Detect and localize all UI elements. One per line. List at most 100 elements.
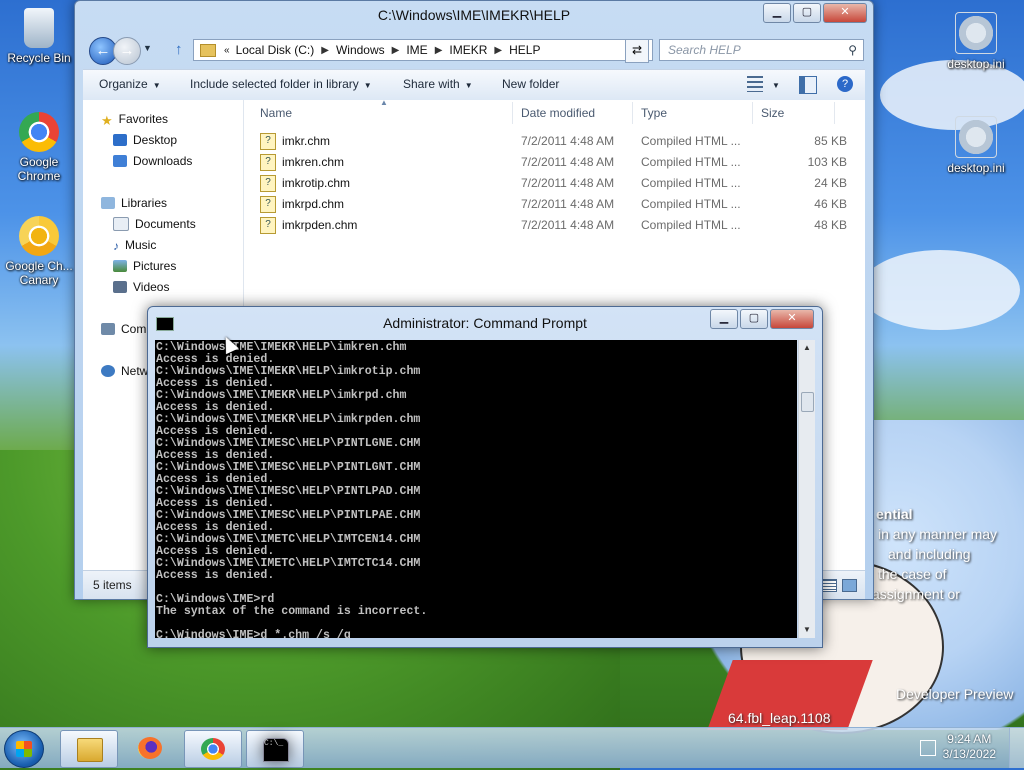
- chevron-down-icon: ▼: [152, 81, 161, 90]
- breadcrumb-item[interactable]: IMEKR: [449, 43, 487, 57]
- clock-time: 9:24 AM: [947, 732, 992, 746]
- column-header-name[interactable]: Name: [260, 106, 292, 120]
- folder-icon: [200, 43, 216, 57]
- file-row[interactable]: ? imkrpd.chm 7/2/2011 4:48 AM Compiled H…: [258, 194, 865, 215]
- details-view-icon[interactable]: [822, 579, 837, 592]
- firefox-icon: [138, 737, 162, 759]
- file-name: imkren.chm: [282, 155, 345, 169]
- preview-pane-icon[interactable]: [799, 76, 817, 94]
- desktop-icon-label: desktop.ini: [947, 57, 1005, 71]
- breadcrumb-item[interactable]: IME: [406, 43, 427, 57]
- nav-downloads[interactable]: Downloads: [113, 154, 192, 168]
- column-header-type[interactable]: Type: [641, 106, 667, 120]
- views-dropdown-icon[interactable]: ▼: [767, 77, 780, 91]
- nav-videos[interactable]: Videos: [113, 280, 169, 294]
- close-button[interactable]: ✕: [770, 309, 814, 329]
- taskbar-chrome[interactable]: [184, 730, 242, 768]
- nav-computer[interactable]: Comp: [101, 322, 153, 336]
- desktop-icon-desktop-ini-2[interactable]: desktop.ini: [940, 116, 1012, 175]
- nav-network[interactable]: Netw: [101, 364, 148, 378]
- up-arrow-icon[interactable]: ↑: [175, 41, 183, 58]
- breadcrumb-separator-icon[interactable]: ▶: [392, 45, 400, 56]
- taskbar-firefox[interactable]: [122, 730, 178, 766]
- forward-button[interactable]: →: [113, 37, 141, 65]
- nav-favorites[interactable]: ★ Favorites: [101, 112, 168, 128]
- search-icon[interactable]: ⚲: [848, 40, 857, 60]
- show-desktop-button[interactable]: [1009, 728, 1024, 768]
- column-header-size[interactable]: Size: [761, 106, 784, 120]
- help-icon[interactable]: ?: [837, 76, 853, 92]
- maximize-button[interactable]: ▢: [740, 309, 768, 329]
- wallpaper-text: in any manner may: [878, 526, 998, 542]
- documents-icon: [113, 217, 129, 231]
- nav-documents[interactable]: Documents: [113, 217, 196, 231]
- share-with-menu[interactable]: Share with ▼: [403, 77, 473, 91]
- taskbar-command-prompt[interactable]: C:\_: [246, 730, 304, 768]
- column-divider[interactable]: [834, 102, 835, 124]
- breadcrumb-separator-icon[interactable]: ▶: [494, 45, 502, 56]
- scroll-down-icon[interactable]: ▼: [799, 622, 815, 638]
- nav-libraries[interactable]: Libraries: [101, 196, 167, 210]
- organize-menu[interactable]: Organize ▼: [99, 77, 161, 91]
- file-row[interactable]: ? imkren.chm 7/2/2011 4:48 AM Compiled H…: [258, 152, 865, 173]
- console-text: C:\Windows\IME\IMEKR\HELP\imkren.chm Acc…: [156, 341, 428, 639]
- command-prompt-window[interactable]: Administrator: Command Prompt ▁ ▢ ✕ C:\W…: [147, 306, 823, 648]
- nav-desktop[interactable]: Desktop: [113, 133, 177, 147]
- nav-label: Pictures: [133, 259, 177, 273]
- desktop-icon-chrome-canary[interactable]: Google Ch... Canary: [3, 216, 75, 287]
- minimize-button[interactable]: ▁: [710, 309, 738, 329]
- refresh-button[interactable]: ⇄: [625, 39, 649, 63]
- breadcrumb-item[interactable]: Local Disk (C:): [236, 43, 315, 57]
- sort-ascending-icon: ▲: [380, 98, 388, 107]
- include-in-library-menu[interactable]: Include selected folder in library ▼: [190, 77, 372, 91]
- breadcrumb-item[interactable]: HELP: [509, 43, 540, 57]
- column-divider[interactable]: [512, 102, 513, 124]
- search-input[interactable]: Search HELP ⚲: [659, 39, 864, 61]
- console-output[interactable]: C:\Windows\IME\IMEKR\HELP\imkren.chm Acc…: [155, 340, 797, 638]
- clock-date: 3/13/2022: [942, 747, 996, 761]
- breadcrumb-separator-icon[interactable]: ▶: [321, 45, 329, 56]
- new-folder-button[interactable]: New folder: [502, 77, 559, 91]
- overflow-chevron-icon[interactable]: «: [224, 45, 230, 56]
- views-icon[interactable]: [747, 76, 763, 92]
- file-type: Compiled HTML ...: [641, 134, 741, 148]
- breadcrumb-separator-icon[interactable]: ▶: [435, 45, 443, 56]
- maximize-button[interactable]: ▢: [793, 3, 821, 23]
- start-button[interactable]: [4, 730, 44, 768]
- command-bar: Organize ▼ Include selected folder in lib…: [83, 69, 865, 101]
- network-icon[interactable]: [920, 740, 936, 756]
- clock[interactable]: 9:24 AM 3/13/2022: [943, 732, 996, 762]
- recent-pages-dropdown-icon[interactable]: ▼: [143, 43, 152, 53]
- minimize-button[interactable]: ▁: [763, 3, 791, 23]
- scroll-up-icon[interactable]: ▲: [799, 340, 815, 356]
- settings-file-icon: [955, 12, 997, 54]
- wallpaper-text: assignment or: [872, 586, 960, 602]
- breadcrumb-item[interactable]: Windows: [336, 43, 385, 57]
- nav-label: Downloads: [133, 154, 193, 168]
- scroll-thumb[interactable]: [801, 392, 814, 412]
- file-date: 7/2/2011 4:48 AM: [521, 197, 615, 211]
- address-bar[interactable]: « Local Disk (C:) ▶ Windows ▶ IME ▶ IMEK…: [193, 39, 653, 61]
- nav-label: Music: [125, 238, 157, 252]
- file-size: 46 KB: [814, 197, 847, 211]
- file-row[interactable]: ? imkrpden.chm 7/2/2011 4:48 AM Compiled…: [258, 215, 865, 236]
- desktop-icon-google-chrome[interactable]: Google Chrome: [3, 112, 75, 183]
- vertical-scrollbar[interactable]: ▲ ▼: [798, 340, 815, 638]
- nav-pictures[interactable]: Pictures: [113, 259, 176, 273]
- desktop-icon-recycle-bin[interactable]: Recycle Bin: [3, 8, 75, 65]
- caption-buttons: ▁ ▢ ✕: [763, 3, 867, 23]
- large-icons-view-icon[interactable]: [842, 579, 857, 592]
- close-button[interactable]: ✕: [823, 3, 867, 23]
- wallpaper-text: ential: [876, 506, 913, 522]
- column-header-date[interactable]: Date modified: [521, 106, 595, 120]
- column-divider[interactable]: [632, 102, 633, 124]
- nav-music[interactable]: ♪ Music: [113, 238, 157, 253]
- nav-label: Videos: [133, 280, 170, 294]
- star-icon: ★: [101, 113, 113, 128]
- chevron-down-icon: ▼: [363, 81, 372, 90]
- taskbar-explorer[interactable]: [60, 730, 118, 768]
- file-row[interactable]: ? imkr.chm 7/2/2011 4:48 AM Compiled HTM…: [258, 131, 865, 152]
- file-row[interactable]: ? imkrotip.chm 7/2/2011 4:48 AM Compiled…: [258, 173, 865, 194]
- desktop-icon-desktop-ini[interactable]: desktop.ini: [940, 12, 1012, 71]
- column-divider[interactable]: [752, 102, 753, 124]
